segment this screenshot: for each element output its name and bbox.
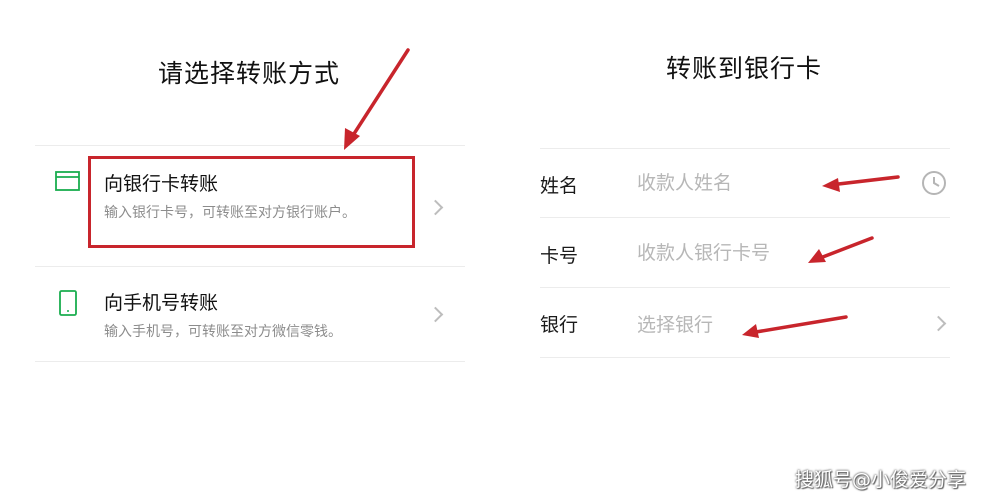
annotation-arrow — [813, 236, 874, 262]
annotation-arrows — [344, 48, 900, 338]
annotation-arrowhead — [742, 324, 759, 338]
annotation-arrowhead — [822, 178, 840, 192]
annotation-arrow — [748, 315, 848, 335]
annotation-arrow — [828, 175, 900, 187]
annotation-arrow — [348, 48, 410, 142]
watermark: 搜狐号@小俊爱分享 — [795, 469, 967, 491]
